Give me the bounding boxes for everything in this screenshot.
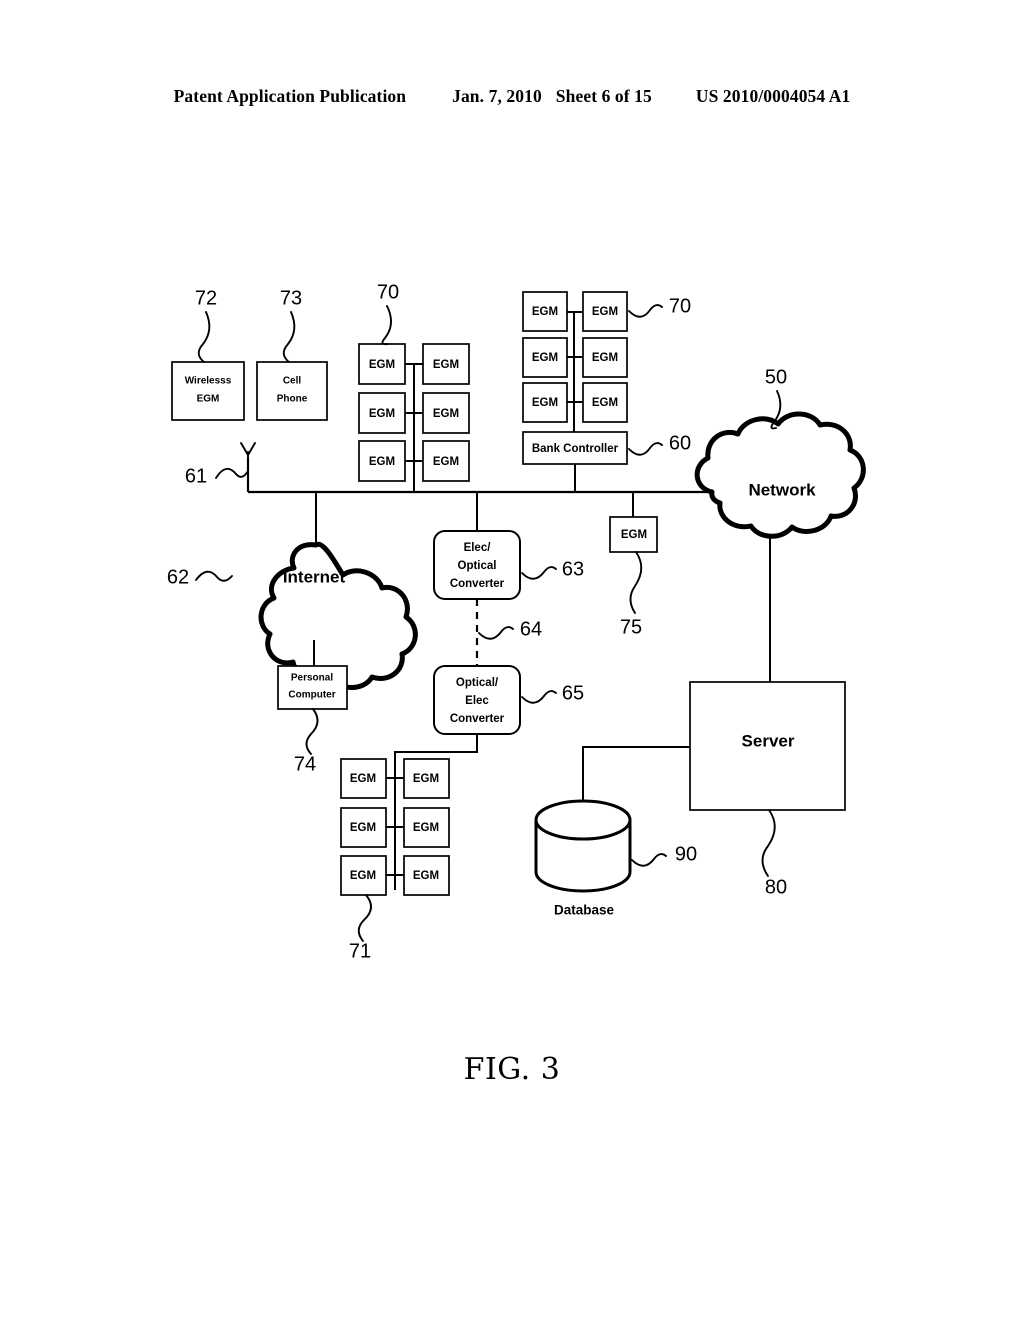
egm-label: EGM bbox=[413, 870, 439, 882]
egm-standalone-label: EGM bbox=[621, 529, 647, 541]
optical-elec-label-line1: Optical/ bbox=[456, 677, 499, 689]
figure-3-diagram: 61 Wirelesss EGM 72 Cell Phone 73 EGM EG… bbox=[167, 281, 866, 962]
internet-label: Internet bbox=[283, 567, 346, 586]
reference-numeral-64: 64 bbox=[520, 618, 542, 640]
reference-numeral-70-right: 70 bbox=[669, 295, 691, 317]
reference-lead-63: 63 bbox=[521, 558, 584, 580]
reference-lead-73: 73 bbox=[280, 287, 302, 363]
wireless-egm-label-line2: EGM bbox=[197, 394, 220, 405]
reference-lead-70-right: 70 bbox=[628, 295, 691, 318]
node-bank-controller: Bank Controller bbox=[522, 431, 628, 492]
node-cell-phone: Cell Phone bbox=[256, 361, 328, 421]
main-bus bbox=[240, 442, 712, 494]
egm-label: EGM bbox=[592, 397, 618, 409]
reference-numeral-62: 62 bbox=[167, 566, 189, 588]
egm-label: EGM bbox=[413, 822, 439, 834]
node-optical-elec-converter: Optical/ Elec Converter bbox=[433, 665, 521, 735]
node-server: Server bbox=[689, 681, 846, 811]
reference-lead-71: 71 bbox=[349, 894, 372, 962]
server-label: Server bbox=[742, 731, 795, 750]
figure-caption: FIG. 3 bbox=[463, 1052, 561, 1087]
reference-lead-74: 74 bbox=[294, 708, 319, 775]
egm-label: EGM bbox=[532, 306, 558, 318]
node-wireless-egm: Wirelesss EGM bbox=[171, 361, 245, 421]
reference-numeral-63: 63 bbox=[562, 558, 584, 580]
egm-label: EGM bbox=[433, 456, 459, 468]
patent-page: Patent Application Publication Jan. 7, 2… bbox=[0, 0, 1024, 1320]
egm-label: EGM bbox=[592, 352, 618, 364]
reference-lead-90: 90 bbox=[631, 843, 697, 867]
egm-bank-right: EGM EGM EGM EGM EGM EGM bbox=[522, 291, 628, 432]
reference-lead-80: 80 bbox=[761, 809, 787, 898]
reference-numeral-50: 50 bbox=[765, 366, 787, 388]
elec-optical-label-line2: Optical bbox=[458, 560, 497, 572]
node-elec-optical-converter: Elec/ Optical Converter bbox=[433, 530, 521, 600]
cell-phone-label-line1: Cell bbox=[283, 376, 302, 387]
reference-numeral-70-left: 70 bbox=[377, 281, 399, 303]
bank-controller-label: Bank Controller bbox=[532, 443, 619, 455]
egm-label: EGM bbox=[413, 773, 439, 785]
egm-label: EGM bbox=[592, 306, 618, 318]
personal-computer-label-line2: Computer bbox=[288, 690, 335, 701]
egm-label: EGM bbox=[433, 408, 459, 420]
reference-numeral-74: 74 bbox=[294, 753, 316, 775]
node-egm-standalone: EGM bbox=[609, 516, 658, 553]
reference-lead-64: 64 bbox=[478, 618, 542, 640]
reference-lead-61: 61 bbox=[185, 465, 249, 487]
node-database: Database bbox=[534, 799, 632, 918]
reference-numeral-65: 65 bbox=[562, 682, 584, 704]
reference-lead-75: 75 bbox=[620, 551, 643, 638]
egm-label: EGM bbox=[369, 456, 395, 468]
egm-label: EGM bbox=[532, 397, 558, 409]
egm-bank-left: EGM EGM EGM EGM EGM EGM bbox=[358, 343, 470, 492]
elec-optical-label-line1: Elec/ bbox=[464, 542, 492, 554]
node-network-cloud: Network bbox=[694, 411, 866, 539]
database-label: Database bbox=[554, 903, 615, 918]
reference-numeral-61: 61 bbox=[185, 465, 207, 487]
reference-numeral-71: 71 bbox=[349, 940, 371, 962]
reference-lead-65: 65 bbox=[521, 682, 584, 704]
reference-numeral-75: 75 bbox=[620, 616, 642, 638]
egm-label: EGM bbox=[350, 870, 376, 882]
reference-numeral-80: 80 bbox=[765, 876, 787, 898]
optical-elec-label-line3: Converter bbox=[450, 713, 505, 725]
reference-lead-60: 60 bbox=[628, 432, 691, 456]
egm-label: EGM bbox=[350, 822, 376, 834]
reference-numeral-72: 72 bbox=[195, 287, 217, 309]
reference-lead-70-left: 70 bbox=[377, 281, 399, 346]
egm-label: EGM bbox=[369, 408, 395, 420]
elec-optical-label-line3: Converter bbox=[450, 578, 505, 590]
egm-label: EGM bbox=[350, 773, 376, 785]
optical-elec-label-line2: Elec bbox=[465, 695, 489, 707]
reference-numeral-90: 90 bbox=[675, 843, 697, 865]
network-label: Network bbox=[748, 480, 816, 499]
egm-bank-bottom: EGM EGM EGM EGM EGM EGM bbox=[340, 734, 478, 896]
egm-label: EGM bbox=[532, 352, 558, 364]
wireless-egm-label-line1: Wirelesss bbox=[185, 376, 232, 387]
cell-phone-label-line2: Phone bbox=[277, 394, 308, 405]
egm-label: EGM bbox=[433, 359, 459, 371]
reference-numeral-73: 73 bbox=[280, 287, 302, 309]
egm-label: EGM bbox=[369, 359, 395, 371]
reference-lead-72: 72 bbox=[195, 287, 217, 363]
reference-lead-62: 62 bbox=[167, 566, 233, 588]
reference-numeral-60: 60 bbox=[669, 432, 691, 454]
node-personal-computer: Personal Computer bbox=[277, 665, 348, 710]
personal-computer-label-line1: Personal bbox=[291, 673, 333, 684]
